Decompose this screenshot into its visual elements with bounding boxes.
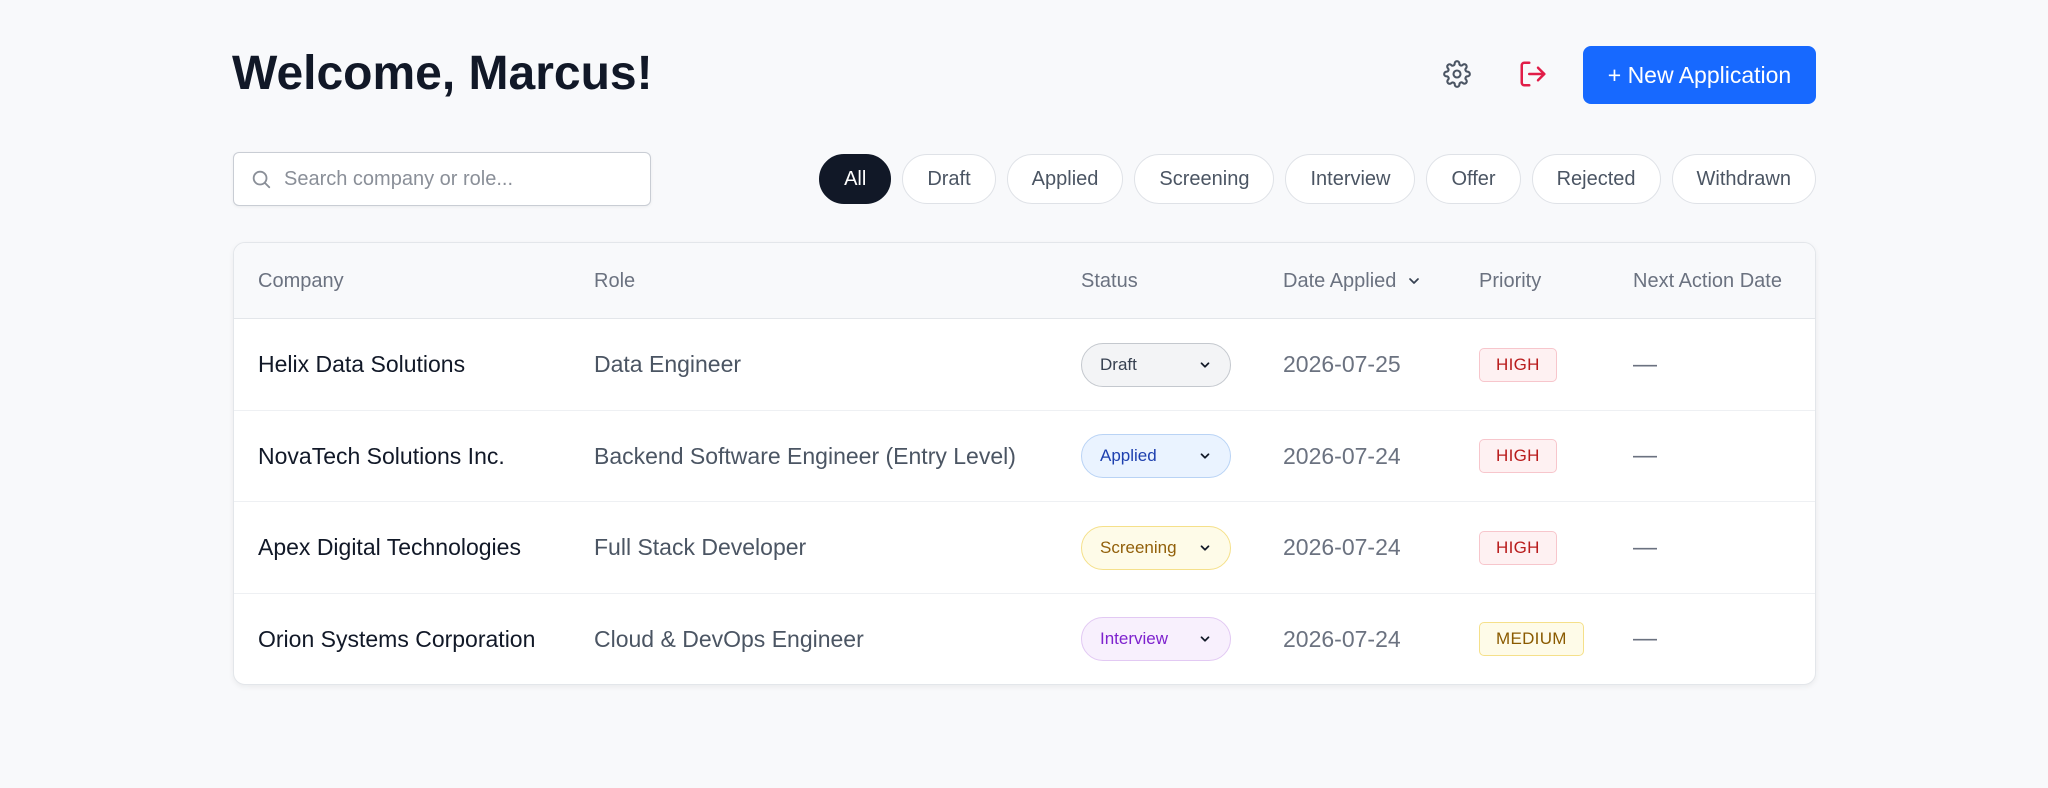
status-dropdown[interactable]: Draft bbox=[1081, 342, 1231, 387]
chevron-down-icon bbox=[1200, 361, 1210, 368]
next-action-date-cell: — bbox=[1633, 350, 1657, 378]
search-input[interactable] bbox=[284, 167, 624, 191]
status-value: Draft bbox=[1100, 354, 1137, 374]
filter-offer[interactable]: Offer bbox=[1426, 154, 1521, 204]
company-cell: Orion Systems Corporation bbox=[258, 625, 536, 652]
filter-applied[interactable]: Applied bbox=[1006, 154, 1124, 204]
status-cell: Draft bbox=[1081, 319, 1231, 410]
new-application-button[interactable]: + New Application bbox=[1583, 46, 1816, 104]
role-cell: Cloud & DevOps Engineer bbox=[594, 625, 864, 652]
filter-withdrawn[interactable]: Withdrawn bbox=[1671, 154, 1816, 204]
filter-interview[interactable]: Interview bbox=[1285, 154, 1416, 204]
status-value: Screening bbox=[1100, 537, 1177, 557]
status-value: Applied bbox=[1100, 446, 1157, 465]
next-action-date-cell: — bbox=[1633, 533, 1657, 561]
status-cell: Screening bbox=[1081, 502, 1231, 593]
role-cell: Backend Software Engineer (Entry Level) bbox=[594, 442, 1016, 469]
page: Welcome, Marcus! + New Application All D… bbox=[0, 0, 2048, 788]
chevron-down-icon bbox=[1200, 636, 1210, 642]
column-header-company[interactable]: Company bbox=[258, 243, 344, 319]
status-dropdown[interactable]: Applied bbox=[1081, 434, 1231, 478]
role-cell: Full Stack Developer bbox=[594, 534, 807, 560]
table-row[interactable]: Apex Digital Technologies Full Stack Dev… bbox=[234, 502, 1815, 594]
filter-screening[interactable]: Screening bbox=[1134, 154, 1275, 204]
role-cell: Data Engineer bbox=[594, 351, 742, 377]
date-applied-cell: 2026-07-24 bbox=[1283, 442, 1401, 469]
status-filter-bar: All Draft Applied Screening Interview Of… bbox=[819, 154, 1816, 204]
settings-button[interactable] bbox=[1439, 56, 1475, 92]
column-header-date-applied-label: Date Applied bbox=[1283, 269, 1397, 292]
sort-chevron-down-icon bbox=[1409, 278, 1420, 284]
priority-cell: MEDIUM bbox=[1479, 594, 1584, 685]
date-applied-cell: 2026-07-24 bbox=[1283, 534, 1401, 560]
filter-all[interactable]: All bbox=[819, 154, 892, 204]
search-box bbox=[233, 152, 651, 206]
filter-rejected[interactable]: Rejected bbox=[1531, 154, 1661, 204]
priority-cell: HIGH bbox=[1479, 411, 1557, 502]
priority-cell: HIGH bbox=[1479, 319, 1557, 410]
chevron-down-icon bbox=[1200, 544, 1210, 551]
status-value: Interview bbox=[1100, 629, 1169, 648]
next-action-date-cell: — bbox=[1633, 625, 1657, 652]
status-cell: Interview bbox=[1081, 594, 1231, 685]
company-cell: Helix Data Solutions bbox=[258, 351, 466, 377]
table-row[interactable]: NovaTech Solutions Inc. Backend Software… bbox=[234, 411, 1815, 502]
company-cell: NovaTech Solutions Inc. bbox=[258, 442, 505, 469]
column-header-status[interactable]: Status bbox=[1081, 243, 1138, 319]
chevron-down-icon bbox=[1200, 453, 1210, 459]
next-action-date-cell: — bbox=[1633, 442, 1657, 469]
date-applied-cell: 2026-07-25 bbox=[1283, 351, 1401, 377]
date-applied-cell: 2026-07-24 bbox=[1283, 625, 1401, 652]
search-icon bbox=[250, 168, 272, 190]
status-cell: Applied bbox=[1081, 411, 1231, 502]
applications-table: Company Role Status Date Applied Priorit… bbox=[233, 242, 1816, 685]
logout-icon bbox=[1520, 61, 1546, 87]
filter-draft[interactable]: Draft bbox=[902, 154, 996, 204]
status-dropdown[interactable]: Interview bbox=[1081, 617, 1231, 661]
table-body: Helix Data Solutions Data Engineer Draft… bbox=[234, 319, 1815, 685]
gear-icon bbox=[1443, 60, 1471, 88]
priority-badge: HIGH bbox=[1479, 347, 1557, 382]
company-cell: Apex Digital Technologies bbox=[258, 534, 521, 560]
table-row[interactable]: Helix Data Solutions Data Engineer Draft… bbox=[234, 319, 1815, 411]
logout-button[interactable] bbox=[1515, 56, 1551, 92]
column-header-role[interactable]: Role bbox=[594, 243, 635, 319]
priority-badge: HIGH bbox=[1479, 439, 1557, 473]
column-header-priority[interactable]: Priority bbox=[1479, 243, 1541, 319]
column-header-date-applied[interactable]: Date Applied bbox=[1283, 243, 1422, 319]
priority-badge: MEDIUM bbox=[1479, 622, 1584, 656]
page-title: Welcome, Marcus! bbox=[232, 47, 653, 100]
table-row[interactable]: Orion Systems Corporation Cloud & DevOps… bbox=[234, 594, 1815, 685]
table-header: Company Role Status Date Applied Priorit… bbox=[234, 243, 1815, 319]
priority-cell: HIGH bbox=[1479, 502, 1557, 593]
column-header-next-action-date[interactable]: Next Action Date bbox=[1633, 243, 1782, 319]
priority-badge: HIGH bbox=[1479, 530, 1557, 565]
status-dropdown[interactable]: Screening bbox=[1081, 525, 1231, 570]
